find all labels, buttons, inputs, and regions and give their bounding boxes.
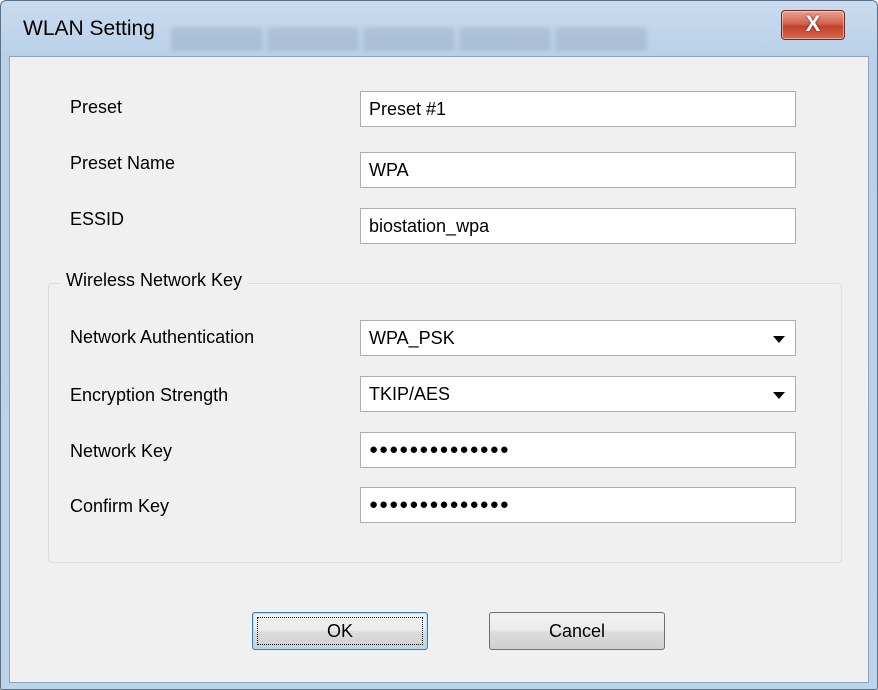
encryption-strength-value: TKIP/AES (369, 384, 451, 404)
group-title: Wireless Network Key (60, 270, 249, 291)
background-blur (171, 27, 647, 57)
dialog-window: WLAN Setting X Preset Preset #1 Preset N… (0, 0, 878, 690)
chevron-down-icon[interactable] (773, 392, 785, 399)
preset-name-field[interactable]: WPA (360, 152, 796, 188)
preset-label: Preset (70, 97, 123, 117)
ok-button[interactable]: OK (252, 612, 428, 650)
network-authentication-label: Network Authentication (70, 327, 255, 347)
essid-label: ESSID (70, 209, 125, 229)
focus-ring (257, 617, 423, 645)
encryption-strength-select[interactable]: TKIP/AES (360, 376, 796, 412)
title-bar[interactable]: WLAN Setting X (1, 1, 877, 57)
cancel-button[interactable]: Cancel (489, 612, 665, 650)
preset-name-label: Preset Name (70, 153, 176, 173)
network-key-label: Network Key (70, 441, 173, 461)
network-key-field[interactable]: ●●●●●●●●●●●●●● (360, 432, 796, 468)
network-authentication-value: WPA_PSK (369, 328, 455, 348)
cancel-button-label: Cancel (548, 621, 606, 641)
essid-field[interactable]: biostation_wpa (360, 208, 796, 244)
network-authentication-select[interactable]: WPA_PSK (360, 320, 796, 356)
confirm-key-field[interactable]: ●●●●●●●●●●●●●● (360, 487, 796, 523)
window-title: WLAN Setting (23, 17, 155, 40)
preset-field[interactable]: Preset #1 (360, 91, 796, 127)
confirm-key-label: Confirm Key (70, 496, 170, 516)
close-button[interactable]: X (781, 10, 845, 40)
close-icon: X (805, 11, 821, 36)
chevron-down-icon[interactable] (773, 336, 785, 343)
encryption-strength-label: Encryption Strength (70, 385, 229, 405)
dialog-content: Preset Preset #1 Preset Name WPA ESSID b… (9, 56, 869, 683)
